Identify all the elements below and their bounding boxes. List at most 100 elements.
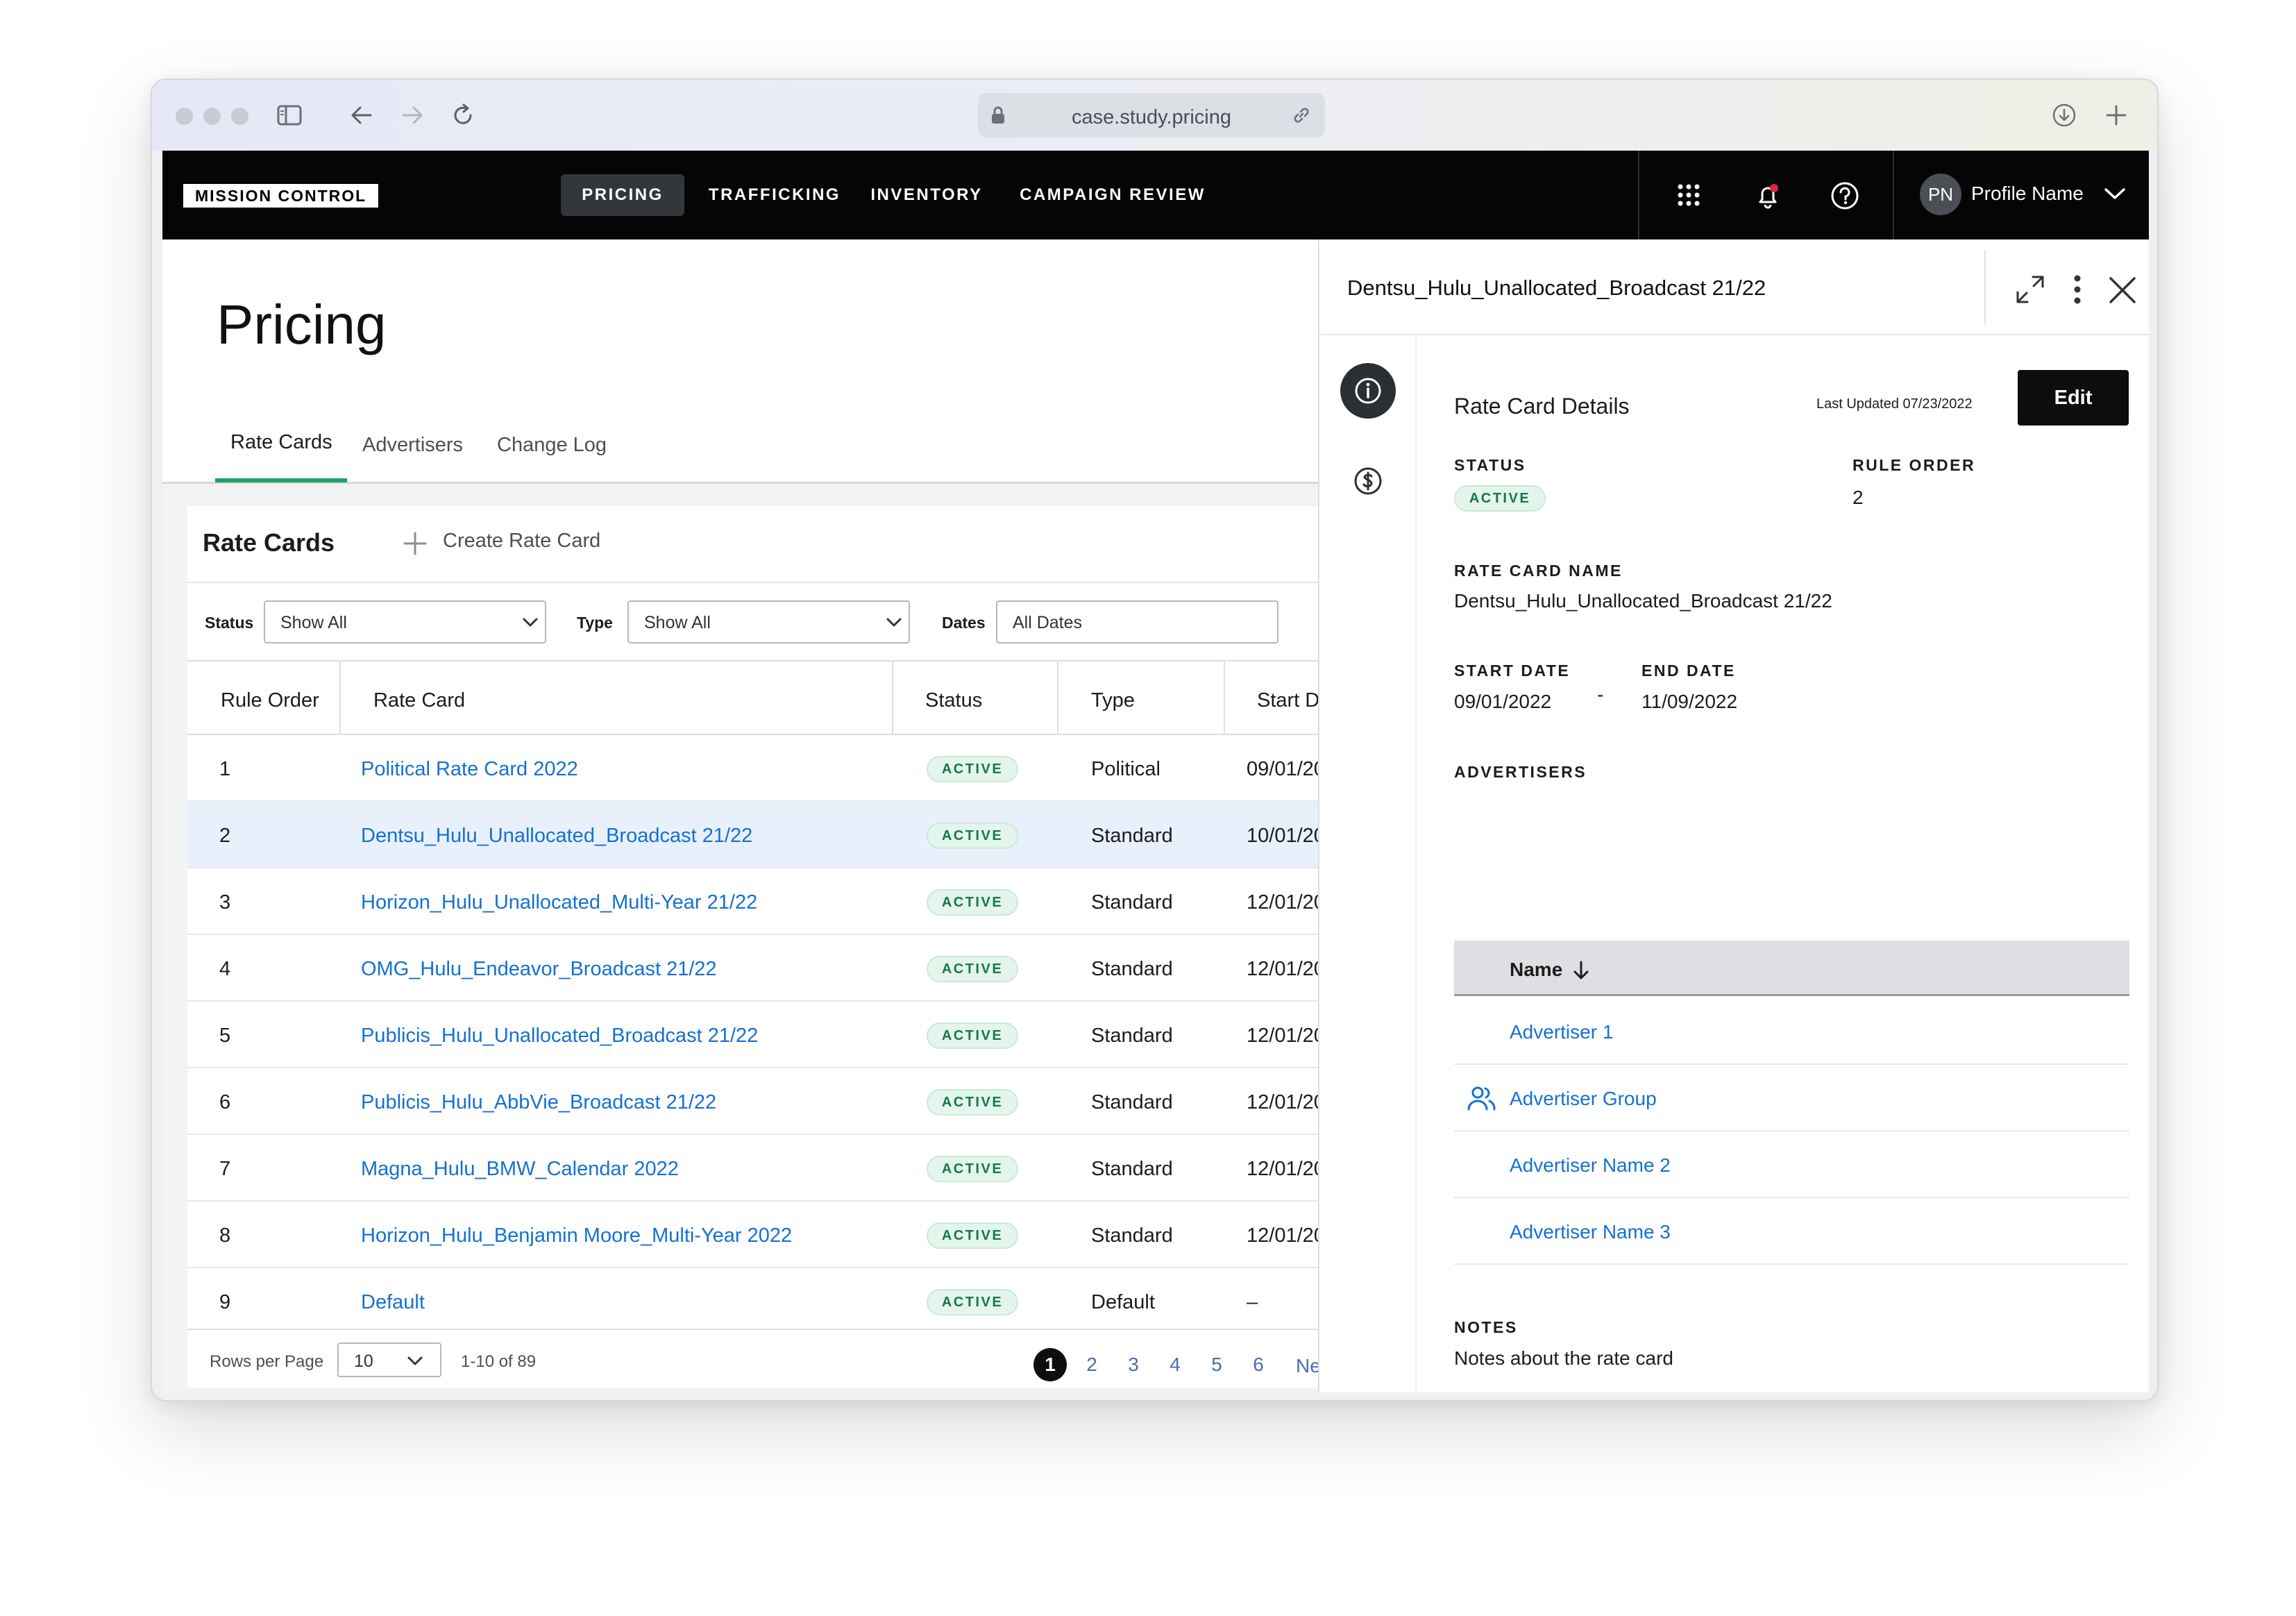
status-badge: ACTIVE xyxy=(927,1156,1018,1182)
table-row[interactable]: 4 OMG_Hulu_Endeavor_Broadcast 21/22 ACTI… xyxy=(187,935,1318,1002)
new-tab-icon[interactable] xyxy=(2104,103,2129,128)
back-arrow-icon[interactable] xyxy=(350,105,373,126)
advertiser-row[interactable]: Advertiser Name 3 xyxy=(1454,1198,2129,1265)
dates-filter-value: All Dates xyxy=(1013,613,1083,632)
info-tab-button[interactable] xyxy=(1340,363,1396,419)
row-start-date: 10/01/20 xyxy=(1247,825,1318,847)
table-row-selected[interactable]: 2 Dentsu_Hulu_Unallocated_Broadcast 21/2… xyxy=(187,802,1318,868)
help-icon[interactable] xyxy=(1830,181,1859,210)
status-badge: ACTIVE xyxy=(927,1089,1018,1116)
column-header-rule-order[interactable]: Rule Order xyxy=(221,689,319,712)
row-rate-card-link[interactable]: Political Rate Card 2022 xyxy=(361,758,578,781)
window-close-dot[interactable] xyxy=(176,108,193,125)
rule-order-label: RULE ORDER xyxy=(1852,456,1976,474)
pricing-tab-button[interactable] xyxy=(1353,466,1383,496)
row-start-date: 09/01/20 xyxy=(1247,758,1318,780)
advertiser-group-link[interactable]: Advertiser Group xyxy=(1510,1088,1657,1110)
table-row[interactable]: 9 Default ACTIVE Default – xyxy=(187,1268,1318,1335)
nav-item-inventory[interactable]: INVENTORY xyxy=(864,174,989,216)
advertiser-row[interactable]: Advertiser Group xyxy=(1454,1065,2129,1131)
nav-divider xyxy=(1893,151,1894,239)
top-nav: MISSION CONTROL PRICING TRAFFICKING INVE… xyxy=(162,151,2149,239)
section-title: Rate Card Details xyxy=(1454,394,1630,419)
sidebar-toggle-icon[interactable] xyxy=(277,105,302,126)
table-row[interactable]: 5 Publicis_Hulu_Unallocated_Broadcast 21… xyxy=(187,1002,1318,1068)
row-rate-card-link[interactable]: Horizon_Hulu_Unallocated_Multi-Year 21/2… xyxy=(361,891,757,914)
expand-icon[interactable] xyxy=(2015,274,2045,305)
download-icon[interactable] xyxy=(2052,103,2077,128)
page-button-6[interactable]: 6 xyxy=(1242,1348,1275,1381)
rows-per-page-value: 10 xyxy=(354,1352,373,1371)
rule-order-value: 2 xyxy=(1852,487,1864,508)
row-rate-card-link[interactable]: Horizon_Hulu_Benjamin Moore_Multi-Year 2… xyxy=(361,1224,792,1247)
notification-bell-icon[interactable] xyxy=(1753,181,1782,210)
advertiser-link[interactable]: Advertiser 1 xyxy=(1510,1021,1613,1043)
row-rate-card-link[interactable]: OMG_Hulu_Endeavor_Broadcast 21/22 xyxy=(361,958,717,981)
next-page-button[interactable]: Ne xyxy=(1296,1355,1318,1377)
column-header-type[interactable]: Type xyxy=(1091,689,1135,712)
row-rule-order: 4 xyxy=(219,958,231,980)
app-logo[interactable]: MISSION CONTROL xyxy=(183,184,379,208)
chevron-down-icon xyxy=(522,617,539,628)
avatar[interactable]: PN xyxy=(1920,174,1961,215)
row-rate-card-link[interactable]: Magna_Hulu_BMW_Calendar 2022 xyxy=(361,1158,679,1181)
status-badge: ACTIVE xyxy=(927,956,1018,982)
address-bar[interactable]: case.study.pricing xyxy=(978,93,1325,137)
advertiser-row[interactable]: Advertiser 1 xyxy=(1454,998,2129,1065)
more-options-icon[interactable] xyxy=(2073,274,2082,305)
share-link-icon[interactable] xyxy=(1290,104,1312,126)
reload-icon[interactable] xyxy=(450,103,475,128)
profile-name[interactable]: Profile Name xyxy=(1971,183,2084,205)
page-button-2[interactable]: 2 xyxy=(1075,1348,1108,1381)
column-header-start-date[interactable]: Start D xyxy=(1257,689,1318,712)
advertiser-link[interactable]: Advertiser Name 2 xyxy=(1510,1154,1671,1177)
close-icon[interactable] xyxy=(2108,276,2137,305)
column-header-rate-card[interactable]: Rate Card xyxy=(373,689,465,712)
tab-advertisers[interactable]: Advertisers xyxy=(362,434,463,457)
row-rate-card-link[interactable]: Dentsu_Hulu_Unallocated_Broadcast 21/22 xyxy=(361,825,752,848)
page-button-4[interactable]: 4 xyxy=(1158,1348,1192,1381)
table-row[interactable]: 1 Political Rate Card 2022 ACTIVE Politi… xyxy=(187,735,1318,802)
table-row[interactable]: 8 Horizon_Hulu_Benjamin Moore_Multi-Year… xyxy=(187,1202,1318,1268)
page-button-1[interactable]: 1 xyxy=(1033,1348,1067,1381)
table-row[interactable]: 3 Horizon_Hulu_Unallocated_Multi-Year 21… xyxy=(187,868,1318,935)
row-type: Standard xyxy=(1091,1158,1173,1180)
nav-item-pricing[interactable]: PRICING xyxy=(561,174,684,216)
dates-filter-input[interactable]: All Dates xyxy=(996,600,1278,643)
start-date-label: START DATE xyxy=(1454,662,1571,680)
nav-item-campaign-review[interactable]: CAMPAIGN REVIEW xyxy=(1015,174,1210,216)
forward-arrow-icon[interactable] xyxy=(400,105,424,126)
row-rule-order: 5 xyxy=(219,1025,231,1047)
info-icon xyxy=(1354,377,1382,405)
advertisers-table-header[interactable]: Name xyxy=(1454,941,2129,996)
tab-rate-cards[interactable]: Rate Cards xyxy=(230,431,332,454)
apps-grid-icon[interactable] xyxy=(1677,183,1700,207)
page-button-3[interactable]: 3 xyxy=(1117,1348,1150,1381)
dollar-icon xyxy=(1353,466,1383,496)
type-filter-select[interactable]: Show All xyxy=(627,600,910,643)
nav-item-trafficking[interactable]: TRAFFICKING xyxy=(705,174,844,216)
table-row[interactable]: 7 Magna_Hulu_BMW_Calendar 2022 ACTIVE St… xyxy=(187,1135,1318,1202)
chevron-down-icon[interactable] xyxy=(2104,185,2126,202)
advertiser-row[interactable]: Advertiser Name 2 xyxy=(1454,1131,2129,1198)
window-zoom-dot[interactable] xyxy=(231,108,248,125)
window-minimize-dot[interactable] xyxy=(203,108,221,125)
page-button-5[interactable]: 5 xyxy=(1200,1348,1233,1381)
table-row[interactable]: 6 Publicis_Hulu_AbbVie_Broadcast 21/22 A… xyxy=(187,1068,1318,1135)
advertiser-link[interactable]: Advertiser Name 3 xyxy=(1510,1221,1671,1243)
row-rate-card-link[interactable]: Default xyxy=(361,1291,425,1314)
column-header-status[interactable]: Status xyxy=(925,689,982,712)
rows-per-page-select[interactable]: 10 xyxy=(337,1343,441,1377)
status-filter-select[interactable]: Show All xyxy=(264,600,546,643)
row-rate-card-link[interactable]: Publicis_Hulu_Unallocated_Broadcast 21/2… xyxy=(361,1025,758,1047)
row-rule-order: 3 xyxy=(219,891,231,914)
row-rate-card-link[interactable]: Publicis_Hulu_AbbVie_Broadcast 21/22 xyxy=(361,1091,716,1114)
tab-change-log[interactable]: Change Log xyxy=(497,434,607,457)
rate-card-detail-panel: Dentsu_Hulu_Unallocated_Broadcast 21/22 xyxy=(1318,239,2149,1392)
row-type: Standard xyxy=(1091,1025,1173,1047)
edit-button[interactable]: Edit xyxy=(2018,370,2129,426)
panel-header-divider xyxy=(1984,251,1986,324)
row-rule-order: 9 xyxy=(219,1291,231,1313)
row-start-date: 12/01/20 xyxy=(1247,1025,1318,1047)
status-badge: ACTIVE xyxy=(927,1022,1018,1049)
